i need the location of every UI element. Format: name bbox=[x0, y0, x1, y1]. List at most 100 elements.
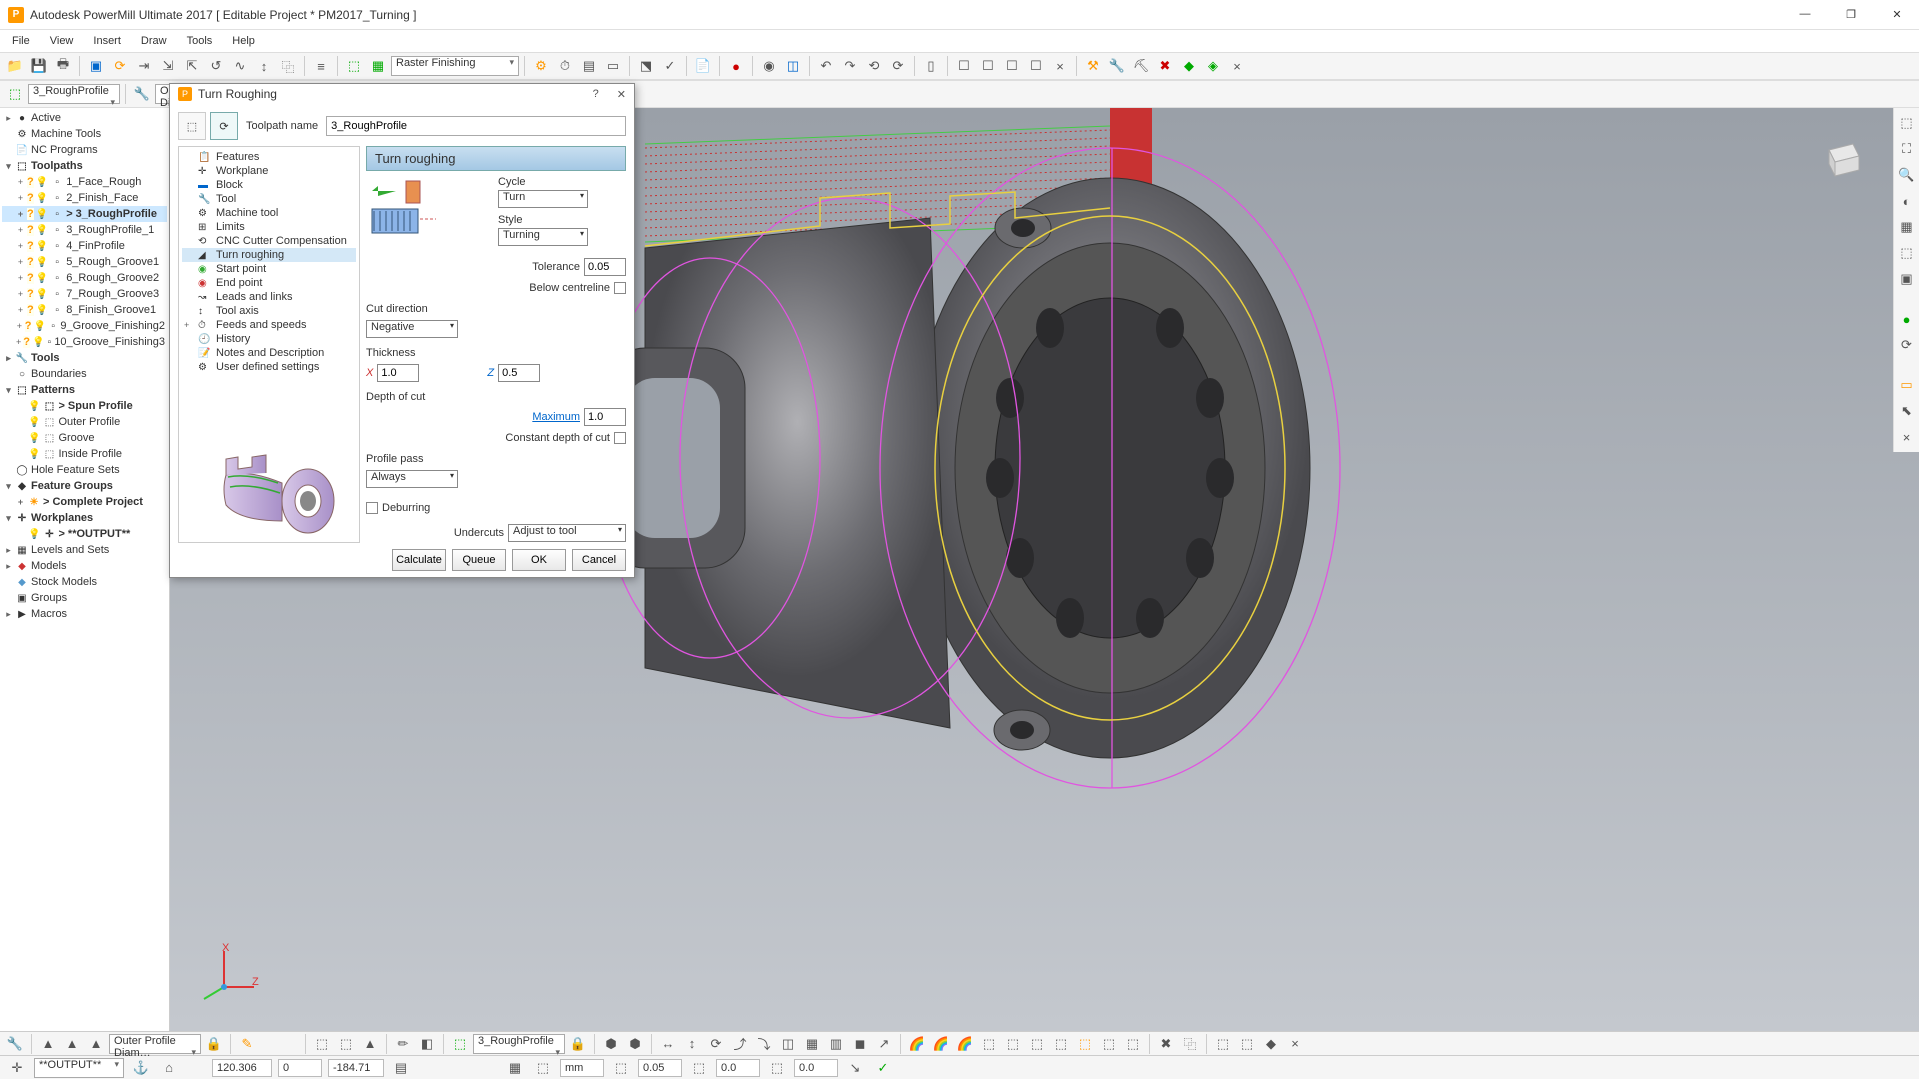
bt-a5-icon[interactable]: ⤵ bbox=[753, 1033, 775, 1055]
tree-machine-tools[interactable]: Machine Tools bbox=[31, 128, 101, 140]
bt-r10-icon[interactable]: ⬚ bbox=[1122, 1033, 1144, 1055]
vtb4-icon[interactable]: ☐ bbox=[1001, 55, 1023, 77]
bt-v1-icon[interactable]: ▲ bbox=[37, 1033, 59, 1055]
tree-output-wp[interactable]: > **OUTPUT** bbox=[58, 528, 130, 540]
mt-close-icon[interactable]: × bbox=[1226, 55, 1248, 77]
maximum-link[interactable]: Maximum bbox=[532, 411, 580, 423]
tool-end-icon[interactable]: ⇱ bbox=[181, 55, 203, 77]
bt-r9-icon[interactable]: ⬚ bbox=[1098, 1033, 1120, 1055]
bt-r7-icon[interactable]: ⬚ bbox=[1050, 1033, 1072, 1055]
cancel-button[interactable]: Cancel bbox=[572, 549, 626, 571]
maximum-input[interactable] bbox=[584, 408, 626, 426]
menu-view[interactable]: View bbox=[42, 33, 82, 49]
vtb2-icon[interactable]: ☐ bbox=[953, 55, 975, 77]
bt-g1-icon[interactable]: ⬢ bbox=[600, 1033, 622, 1055]
tree-tp-1[interactable]: 1_Face_Rough bbox=[66, 176, 141, 188]
toolpath-name-input[interactable] bbox=[326, 116, 626, 136]
bt-edit-icon[interactable]: ✎ bbox=[236, 1033, 258, 1055]
strategy-icon[interactable]: ⬚ bbox=[343, 55, 365, 77]
zoom-icon[interactable]: 🔍 bbox=[1896, 164, 1918, 186]
explorer-tree[interactable]: ▸●Active ⚙Machine Tools 📄NC Programs ▾⬚T… bbox=[0, 108, 170, 1031]
mt-del-icon[interactable]: ✖ bbox=[1154, 55, 1176, 77]
mt3-icon[interactable]: ⛏ bbox=[1130, 55, 1152, 77]
strategy-dropdown[interactable]: Raster Finishing bbox=[391, 56, 519, 76]
refresh-icon[interactable]: ⟳ bbox=[1896, 334, 1918, 356]
tree-toolpaths[interactable]: Toolpaths bbox=[31, 160, 83, 172]
tree-pat-1[interactable]: > Spun Profile bbox=[58, 400, 132, 412]
bt-a4-icon[interactable]: ⤴ bbox=[729, 1033, 751, 1055]
bt-a9-icon[interactable]: ◼ bbox=[849, 1033, 871, 1055]
dt-machine[interactable]: Machine tool bbox=[216, 207, 278, 219]
bt-tpsel-icon[interactable]: ⬚ bbox=[449, 1033, 471, 1055]
tree-holes[interactable]: Hole Feature Sets bbox=[31, 464, 120, 476]
bt-pen-icon[interactable]: ✏ bbox=[392, 1033, 414, 1055]
bt-r5-icon[interactable]: ⬚ bbox=[1002, 1033, 1024, 1055]
deburring-checkbox[interactable] bbox=[366, 502, 378, 514]
leads-icon[interactable]: ↺ bbox=[205, 55, 227, 77]
save-icon[interactable]: 💾 bbox=[28, 55, 50, 77]
tree-pat-2[interactable]: Outer Profile bbox=[58, 416, 120, 428]
dt-block[interactable]: Block bbox=[216, 179, 243, 191]
dt-axis[interactable]: Tool axis bbox=[216, 305, 259, 317]
bt-r4-icon[interactable]: ⬚ bbox=[978, 1033, 1000, 1055]
vtb-close-icon[interactable]: × bbox=[1049, 55, 1071, 77]
dt-tool[interactable]: Tool bbox=[216, 193, 236, 205]
open-icon[interactable]: 📁 bbox=[4, 55, 26, 77]
bt-a6-icon[interactable]: ◫ bbox=[777, 1033, 799, 1055]
tree-tp-5[interactable]: 5_Rough_Groove1 bbox=[66, 256, 159, 268]
sb-tol-icon[interactable]: ⬚ bbox=[610, 1057, 632, 1079]
tree-tp-7[interactable]: 7_Rough_Groove3 bbox=[66, 288, 159, 300]
shade-icon[interactable]: ◐ bbox=[1896, 190, 1918, 212]
dialog-help-button[interactable]: ? bbox=[593, 88, 599, 101]
calculate-button[interactable]: Calculate bbox=[392, 549, 446, 571]
tree-tp-4[interactable]: 4_FinProfile bbox=[66, 240, 125, 252]
bt-s2-icon[interactable]: ⬚ bbox=[1236, 1033, 1258, 1055]
tree-active[interactable]: Active bbox=[31, 112, 61, 124]
tree-patterns[interactable]: Patterns bbox=[31, 384, 75, 396]
bt-tp2-icon[interactable]: ⬚ bbox=[335, 1033, 357, 1055]
sb-anchor-icon[interactable]: ⚓ bbox=[130, 1057, 152, 1079]
dt-leads[interactable]: Leads and links bbox=[216, 291, 292, 303]
bt-v2-icon[interactable]: ▲ bbox=[61, 1033, 83, 1055]
bt-r3-icon[interactable]: 🌈 bbox=[954, 1033, 976, 1055]
iso-icon[interactable]: ⬚ bbox=[1896, 112, 1918, 134]
bt-a8-icon[interactable]: ▥ bbox=[825, 1033, 847, 1055]
tree-tp-6[interactable]: 6_Rough_Groove2 bbox=[66, 272, 159, 284]
calc-icon[interactable]: ⚙ bbox=[530, 55, 552, 77]
redo2-icon[interactable]: ⟳ bbox=[887, 55, 909, 77]
sb-list-icon[interactable]: ▤ bbox=[390, 1057, 412, 1079]
write-icon[interactable]: 📄 bbox=[692, 55, 714, 77]
bt-lock2-icon[interactable]: 🔒 bbox=[567, 1033, 589, 1055]
dt-turnrough[interactable]: Turn roughing bbox=[216, 249, 284, 261]
bt-tp1-icon[interactable]: ⬚ bbox=[311, 1033, 333, 1055]
bt-a3-icon[interactable]: ⟳ bbox=[705, 1033, 727, 1055]
cycle-dropdown[interactable]: Turn bbox=[498, 190, 588, 208]
bt-del-icon[interactable]: ✖ bbox=[1155, 1033, 1177, 1055]
tree-workplanes[interactable]: Workplanes bbox=[31, 512, 93, 524]
tree-tp-9[interactable]: 9_Groove_Finishing2 bbox=[60, 320, 165, 332]
ok-button[interactable]: OK bbox=[512, 549, 566, 571]
dt-start[interactable]: Start point bbox=[216, 263, 266, 275]
tree-pat-3[interactable]: Groove bbox=[58, 432, 94, 444]
sb-thk-icon[interactable]: ⬚ bbox=[688, 1057, 710, 1079]
sb-dir-icon[interactable]: ↘ bbox=[844, 1057, 866, 1079]
redo-icon[interactable]: ↷ bbox=[839, 55, 861, 77]
minimize-button[interactable]: — bbox=[1791, 8, 1819, 21]
dt-features[interactable]: Features bbox=[216, 151, 259, 163]
tree-models[interactable]: Models bbox=[31, 560, 66, 572]
conn-icon[interactable]: ∿ bbox=[229, 55, 251, 77]
strategy2-icon[interactable]: ▦ bbox=[367, 55, 389, 77]
bt-s3-icon[interactable]: ◆ bbox=[1260, 1033, 1282, 1055]
bt-r6-icon[interactable]: ⬚ bbox=[1026, 1033, 1048, 1055]
block-icon[interactable]: ▣ bbox=[85, 55, 107, 77]
stock2-icon[interactable]: ◈ bbox=[1202, 55, 1224, 77]
dt-user[interactable]: User defined settings bbox=[216, 361, 319, 373]
axis-icon[interactable]: ↕ bbox=[253, 55, 275, 77]
bt-tp3-icon[interactable]: ▲ bbox=[359, 1033, 381, 1055]
maximize-button[interactable]: ❐ bbox=[1837, 8, 1865, 21]
batch-icon[interactable]: ⏱ bbox=[554, 55, 576, 77]
bt-a7-icon[interactable]: ▦ bbox=[801, 1033, 823, 1055]
vtb3-icon[interactable]: ☐ bbox=[977, 55, 999, 77]
style-dropdown[interactable]: Turning bbox=[498, 228, 588, 246]
dt-history[interactable]: History bbox=[216, 333, 250, 345]
